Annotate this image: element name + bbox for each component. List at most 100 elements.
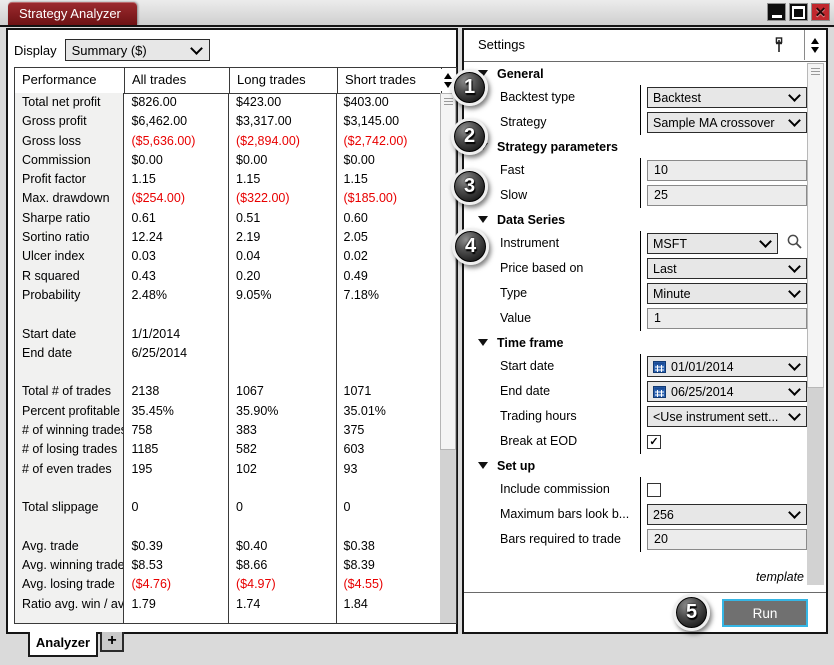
settings-row: Trading hours<Use instrument sett... bbox=[464, 404, 809, 429]
row-value: 102 bbox=[229, 460, 337, 479]
pin-icon[interactable] bbox=[772, 37, 786, 55]
collapse-triangle-icon bbox=[478, 462, 488, 469]
table-scrollbar-track[interactable] bbox=[440, 93, 456, 623]
table-row: # of winning trades758383375 bbox=[15, 421, 440, 440]
maximum-bars-look-b-dropdown[interactable]: 256 bbox=[647, 504, 807, 525]
display-dropdown-value: Summary ($) bbox=[72, 43, 186, 58]
row-value bbox=[337, 325, 441, 344]
row-label: Probability bbox=[15, 286, 124, 305]
run-button[interactable]: Run bbox=[722, 599, 808, 627]
row-value: $0.38 bbox=[337, 537, 441, 556]
scroll-up-icon bbox=[811, 38, 819, 44]
section-title: General bbox=[497, 67, 544, 81]
field-label: Type bbox=[500, 281, 527, 306]
backtest-type-dropdown[interactable]: Backtest bbox=[647, 87, 807, 108]
template-link[interactable]: template bbox=[756, 570, 804, 584]
table-row: Probability2.48%9.05%7.18% bbox=[15, 286, 440, 305]
maximize-button[interactable] bbox=[789, 3, 808, 21]
settings-row: Value1 bbox=[464, 306, 809, 331]
field-label: Fast bbox=[500, 158, 524, 183]
settings-row: Price based onLast bbox=[464, 256, 809, 281]
run-separator bbox=[464, 592, 826, 593]
section-header-strategy-parameters[interactable]: Strategy parameters bbox=[464, 135, 809, 158]
row-value bbox=[337, 479, 441, 498]
instrument-search-button[interactable] bbox=[786, 233, 803, 255]
row-label: Avg. trade bbox=[15, 537, 124, 556]
table-row: Total net profit$826.00$423.00$403.00 bbox=[15, 93, 440, 112]
row-value bbox=[124, 518, 229, 537]
row-label: Gross profit bbox=[15, 112, 124, 131]
table-row: # of even trades19510293 bbox=[15, 460, 440, 479]
row-label: Avg. losing trade bbox=[15, 575, 124, 594]
window-title: Strategy Analyzer bbox=[8, 2, 137, 25]
tab-analyzer[interactable]: Analyzer bbox=[28, 632, 98, 657]
row-value: 758 bbox=[124, 421, 229, 440]
bars-required-to-trade-input[interactable]: 20 bbox=[647, 529, 807, 550]
table-scrollbar[interactable] bbox=[440, 68, 456, 623]
section-title: Data Series bbox=[497, 213, 565, 227]
section-header-set-up[interactable]: Set up bbox=[464, 454, 809, 477]
chevron-down-icon bbox=[788, 89, 801, 102]
strategy-dropdown[interactable]: Sample MA crossover bbox=[647, 112, 807, 133]
settings-row: End date06/25/2014 bbox=[464, 379, 809, 404]
settings-scrollbar[interactable] bbox=[807, 63, 824, 585]
row-value bbox=[229, 344, 337, 363]
title-bar: Strategy Analyzer ✕ bbox=[0, 0, 834, 27]
trading-hours-dropdown[interactable]: <Use instrument sett... bbox=[647, 406, 807, 427]
row-label: Ulcer index bbox=[15, 247, 124, 266]
row-value: 93 bbox=[337, 460, 441, 479]
table-header-row: PerformanceAll tradesLong tradesShort tr… bbox=[15, 68, 456, 94]
close-button[interactable]: ✕ bbox=[811, 3, 830, 21]
chevron-down-icon bbox=[788, 506, 801, 519]
include-commission-checkbox[interactable] bbox=[647, 483, 661, 497]
row-value: $0.00 bbox=[124, 151, 229, 170]
row-value bbox=[229, 518, 337, 537]
start-date-dropdown[interactable]: 01/01/2014 bbox=[647, 356, 807, 377]
field-label: Maximum bars look b... bbox=[500, 502, 629, 527]
settings-scroll-spinner[interactable] bbox=[806, 32, 824, 59]
row-value: 1.15 bbox=[337, 170, 441, 189]
row-value: 1067 bbox=[229, 382, 337, 401]
dropdown-value: 256 bbox=[653, 508, 784, 522]
row-value bbox=[337, 344, 441, 363]
table-row: Start date1/1/2014 bbox=[15, 325, 440, 344]
section-header-general[interactable]: General bbox=[464, 62, 809, 85]
row-value: 383 bbox=[229, 421, 337, 440]
row-value: 1.79 bbox=[124, 595, 229, 614]
end-date-dropdown[interactable]: 06/25/2014 bbox=[647, 381, 807, 402]
row-value bbox=[337, 518, 441, 537]
section-header-data-series[interactable]: Data Series bbox=[464, 208, 809, 231]
dropdown-value: Backtest bbox=[653, 91, 784, 105]
row-value: 0.60 bbox=[337, 209, 441, 228]
row-label: Avg. winning trade bbox=[15, 556, 124, 575]
minimize-button[interactable] bbox=[767, 3, 786, 21]
row-value: 0.02 bbox=[337, 247, 441, 266]
strategy-analyzer-window: Strategy Analyzer ✕ Display Summary ($) … bbox=[0, 0, 834, 665]
instrument-dropdown[interactable]: MSFT bbox=[647, 233, 778, 254]
row-value: 582 bbox=[229, 440, 337, 459]
row-value: $423.00 bbox=[229, 93, 337, 112]
type-dropdown[interactable]: Minute bbox=[647, 283, 807, 304]
row-label: Percent profitable bbox=[15, 402, 124, 421]
scrollbar-grip-icon bbox=[444, 98, 453, 107]
table-row: Commission$0.00$0.00$0.00 bbox=[15, 151, 440, 170]
fast-input[interactable]: 10 bbox=[647, 160, 807, 181]
row-label: Ratio avg. win / avg. loss bbox=[15, 595, 124, 614]
display-dropdown[interactable]: Summary ($) bbox=[65, 39, 210, 61]
section-header-time-frame[interactable]: Time frame bbox=[464, 331, 809, 354]
settings-scrollbar-track[interactable] bbox=[807, 388, 824, 585]
row-value: $8.66 bbox=[229, 556, 337, 575]
row-value: $3,145.00 bbox=[337, 112, 441, 131]
row-label: Total # of trades bbox=[15, 382, 124, 401]
scroll-up-icon bbox=[444, 73, 452, 79]
add-tab-button[interactable]: + bbox=[100, 632, 124, 652]
settings-scrollbar-thumb[interactable] bbox=[807, 63, 824, 388]
value-input[interactable]: 1 bbox=[647, 308, 807, 329]
price-based-on-dropdown[interactable]: Last bbox=[647, 258, 807, 279]
chevron-down-icon bbox=[788, 260, 801, 273]
slow-input[interactable]: 25 bbox=[647, 185, 807, 206]
break-at-eod-checkbox[interactable]: ✓ bbox=[647, 435, 661, 449]
chevron-down-icon bbox=[788, 408, 801, 421]
row-value: $8.39 bbox=[337, 556, 441, 575]
chevron-down-icon bbox=[788, 114, 801, 127]
